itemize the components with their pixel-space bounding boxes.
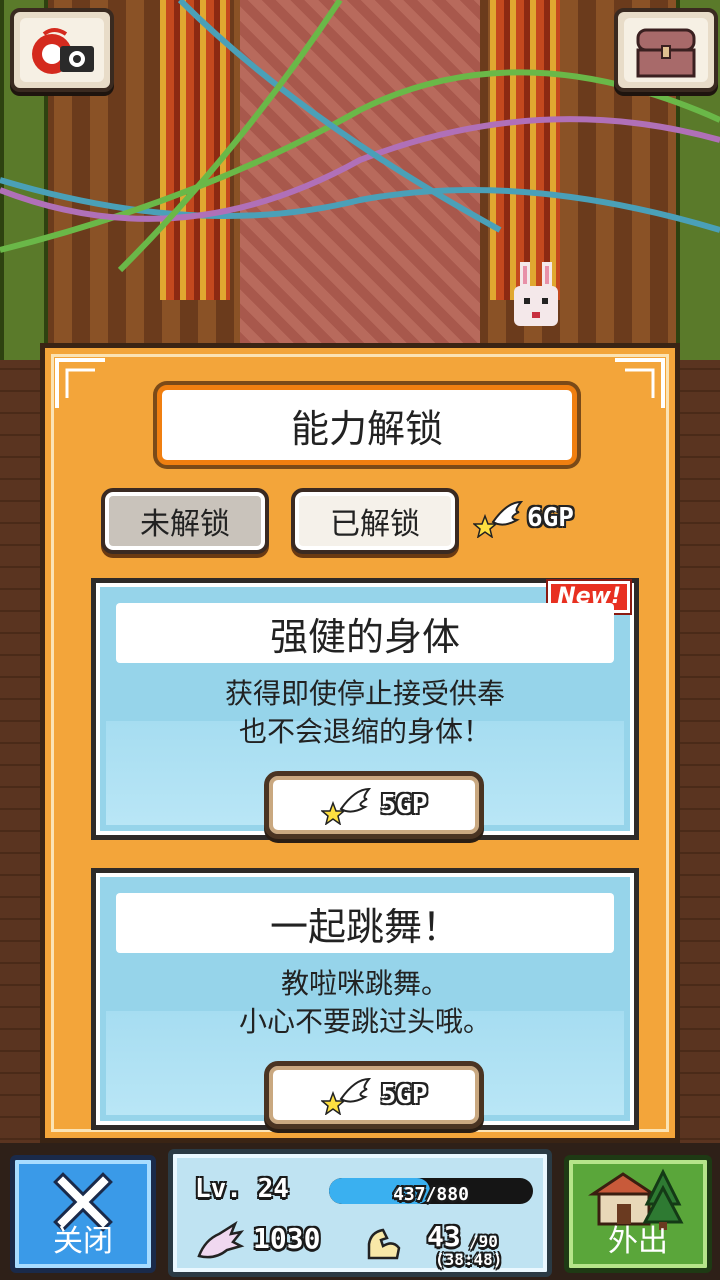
level-label: Lv. 24 [195,1174,289,1204]
xp-text: 437/880 [393,1184,469,1205]
winged-star-icon [320,787,371,825]
strength-arm-icon [367,1228,401,1260]
buy-ability-button[interactable]: 5GP [264,1061,484,1129]
buy-ability-button[interactable]: 5GP [264,771,484,839]
treasure-chest-icon [636,28,696,78]
gp-total-value: 6GP [527,503,574,533]
gp-total: 6GP [473,498,574,538]
recovery-timer: (38:48) [435,1250,503,1269]
camera-icon [32,28,94,74]
chest-button[interactable] [614,8,718,92]
price-label: 5GP [380,790,428,820]
rabbit-spirit-sprite [514,262,558,326]
go-out-button[interactable]: 外出 [564,1155,712,1273]
ability-card: 一起跳舞！ 教啦咪跳舞。 小心不要跳过头哦。 5GP [91,868,639,1130]
close-label: 关闭 [53,1224,113,1259]
strength-max: /90 [469,1232,498,1251]
corner-ornament [615,358,665,408]
faith-value: 1030 [253,1222,321,1255]
bottom-bar: 关闭 Lv. 24 437/880 1030 43 /90 (38:48) 外出 [0,1143,720,1280]
winged-star-icon [473,500,523,538]
close-button[interactable]: 关闭 [10,1155,156,1273]
strength-value: 43 [427,1220,461,1253]
panel-title: 能力解锁 [157,385,577,465]
ability-title: 强健的身体 [116,603,614,663]
winged-star-icon [320,1077,371,1115]
ability-unlock-panel: 能力解锁 未解锁 已解锁 6GP New! 强健的身体 获得即使停止接受供奉 也… [40,343,680,1143]
camera-button[interactable] [10,8,114,92]
corner-ornament [55,358,105,408]
tab-locked[interactable]: 未解锁 [101,488,269,554]
go-out-label: 外出 [608,1224,668,1259]
ability-title: 一起跳舞！ [116,893,614,953]
ability-description: 获得即使停止接受供奉 也不会退缩的身体！ [224,677,505,748]
tab-unlocked[interactable]: 已解锁 [291,488,459,554]
ability-description: 教啦咪跳舞。 小心不要跳过头哦。 [238,967,491,1038]
faith-hand-icon [197,1220,245,1259]
ability-card: New! 强健的身体 获得即使停止接受供奉 也不会退缩的身体！ 5GP [91,578,639,840]
price-label: 5GP [380,1080,428,1110]
player-status: Lv. 24 437/880 1030 43 /90 (38:48) [168,1149,552,1277]
